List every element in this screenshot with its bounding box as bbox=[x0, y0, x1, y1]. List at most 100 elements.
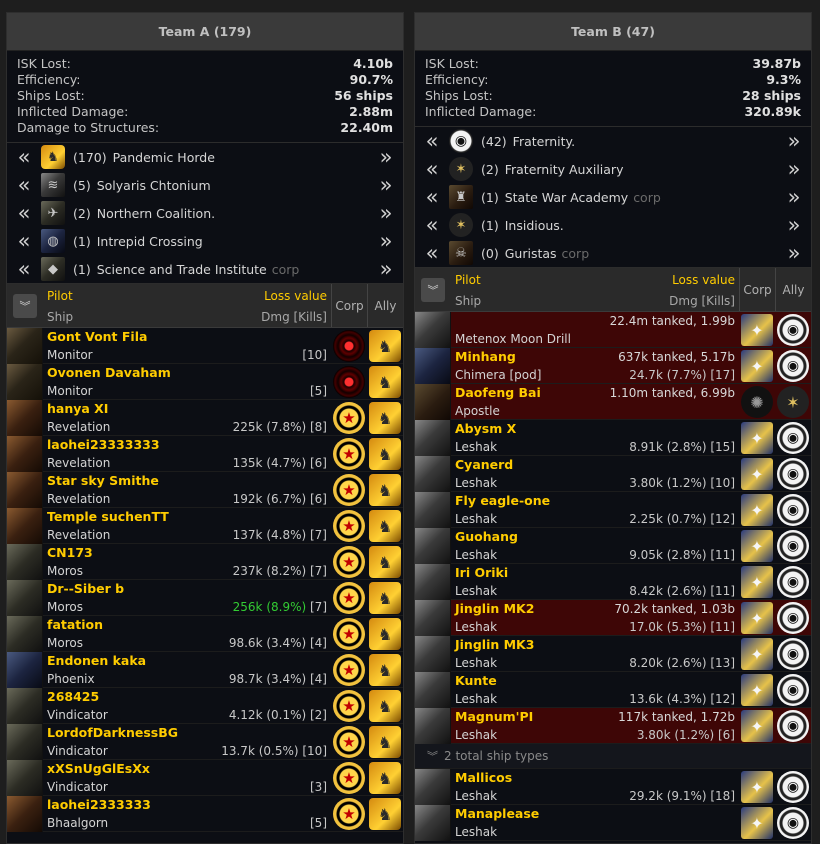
ally-cell[interactable]: ◉ bbox=[775, 312, 811, 348]
corp-cell[interactable]: ✦ bbox=[739, 805, 775, 841]
ship-image[interactable] bbox=[415, 564, 451, 600]
ship-name[interactable]: Leshak bbox=[455, 654, 497, 672]
corp-cell[interactable]: ✦ bbox=[739, 769, 775, 805]
corp-cell[interactable]: ★ bbox=[331, 652, 367, 688]
ship-image[interactable] bbox=[7, 508, 43, 544]
ship-name[interactable]: Leshak bbox=[455, 582, 497, 600]
ship-image[interactable] bbox=[415, 456, 451, 492]
ship-types-summary[interactable]: ︾ 2 total ship types bbox=[415, 744, 811, 769]
ally-cell[interactable]: ♞ bbox=[367, 796, 403, 832]
ally-cell[interactable]: ◉ bbox=[775, 805, 811, 841]
loss-value-column-header[interactable]: Loss value bbox=[264, 286, 327, 307]
collapse-toggle-button[interactable]: ︾ bbox=[415, 268, 451, 311]
group-label[interactable]: (1) State War Academy corp bbox=[481, 190, 783, 205]
pilot-row[interactable]: Endonen kaka Phoenix 98.7k (3.4%) [4] ★ ♞ bbox=[7, 652, 403, 688]
chevron-left-icon[interactable]: « bbox=[421, 131, 443, 152]
pilot-row[interactable]: Fly eagle-one Leshak 2.25k (0.7%) [12] ✦ ◉ bbox=[415, 492, 811, 528]
pilot-row[interactable]: Abysm X Leshak 8.91k (2.8%) [15] ✦ ◉ bbox=[415, 420, 811, 456]
dmg-kills-column-header[interactable]: Dmg [Kills] bbox=[261, 307, 327, 328]
corp-cell[interactable]: ★ bbox=[331, 580, 367, 616]
group-label[interactable]: (5) Solyaris Chtonium bbox=[73, 178, 375, 193]
chevron-right-icon[interactable]: » bbox=[375, 203, 397, 224]
pilot-name-link[interactable]: laohei23333333 bbox=[47, 436, 160, 454]
pilot-name-link[interactable]: hanya XI bbox=[47, 400, 108, 418]
corp-cell[interactable]: ✦ bbox=[739, 492, 775, 528]
ally-cell[interactable]: ♞ bbox=[367, 436, 403, 472]
ally-cell[interactable]: ◉ bbox=[775, 564, 811, 600]
pilot-row[interactable]: fatation Moros 98.6k (3.4%) [4] ★ ♞ bbox=[7, 616, 403, 652]
ship-name[interactable]: Metenox Moon Drill bbox=[455, 330, 571, 348]
ship-name[interactable]: Leshak bbox=[455, 438, 497, 456]
ally-cell[interactable]: ◉ bbox=[775, 348, 811, 384]
chevron-right-icon[interactable]: » bbox=[783, 159, 805, 180]
ally-cell[interactable]: ♞ bbox=[367, 616, 403, 652]
corp-cell[interactable]: ✦ bbox=[739, 672, 775, 708]
ally-cell[interactable]: ♞ bbox=[367, 544, 403, 580]
pilot-name-link[interactable]: Temple suchenTT bbox=[47, 508, 169, 526]
corp-cell[interactable]: ★ bbox=[331, 688, 367, 724]
corp-cell[interactable]: ★ bbox=[331, 400, 367, 436]
chevron-right-icon[interactable]: » bbox=[375, 147, 397, 168]
pilot-row[interactable]: Jinglin MK3 Leshak 8.20k (2.6%) [13] ✦ ◉ bbox=[415, 636, 811, 672]
corp-cell[interactable]: ★ bbox=[331, 508, 367, 544]
chevron-right-icon[interactable]: » bbox=[375, 231, 397, 252]
pilot-name-link[interactable]: Fly eagle-one bbox=[455, 492, 550, 510]
corp-cell[interactable] bbox=[331, 364, 367, 400]
pilot-row[interactable]: Minhang 637k tanked, 5.17b Chimera [pod] 24… bbox=[415, 348, 811, 384]
ship-name[interactable]: Vindicator bbox=[47, 778, 108, 796]
pilot-row[interactable]: 22.4m tanked, 1.99b Metenox Moon Drill ✦ ◉ bbox=[415, 312, 811, 348]
group-label[interactable]: (1) Science and Trade Institute corp bbox=[73, 262, 375, 277]
chevron-right-icon[interactable]: » bbox=[783, 215, 805, 236]
chevron-right-icon[interactable]: » bbox=[783, 243, 805, 264]
pilot-name-link[interactable]: CN173 bbox=[47, 544, 93, 562]
ally-cell[interactable]: ◉ bbox=[775, 636, 811, 672]
pilot-row[interactable]: Cyanerd Leshak 3.80k (1.2%) [10] ✦ ◉ bbox=[415, 456, 811, 492]
pilot-name-link[interactable]: Star sky Smithe bbox=[47, 472, 159, 490]
chevron-left-icon[interactable]: « bbox=[421, 215, 443, 236]
ship-image[interactable] bbox=[7, 796, 43, 832]
ship-name[interactable]: Revelation bbox=[47, 490, 110, 508]
dmg-kills-column-header[interactable]: Dmg [Kills] bbox=[669, 291, 735, 312]
pilot-name-link[interactable]: laohei2333333 bbox=[47, 796, 151, 814]
ship-column-header[interactable]: Ship bbox=[455, 291, 481, 312]
group-label[interactable]: (1) Intrepid Crossing bbox=[73, 234, 375, 249]
chevron-right-icon[interactable]: » bbox=[375, 175, 397, 196]
ship-name[interactable]: Leshak bbox=[455, 690, 497, 708]
ally-cell[interactable]: ◉ bbox=[775, 420, 811, 456]
ship-image[interactable] bbox=[7, 688, 43, 724]
ship-name[interactable]: Leshak bbox=[455, 787, 497, 805]
ally-cell[interactable]: ♞ bbox=[367, 652, 403, 688]
chevron-left-icon[interactable]: « bbox=[13, 259, 35, 280]
chevron-right-icon[interactable]: » bbox=[783, 131, 805, 152]
pilot-row[interactable]: hanya XI Revelation 225k (7.8%) [8] ★ ♞ bbox=[7, 400, 403, 436]
corp-cell[interactable]: ✦ bbox=[739, 420, 775, 456]
corp-cell[interactable]: ✺ bbox=[739, 384, 775, 420]
pilot-name-link[interactable]: Minhang bbox=[455, 348, 516, 366]
chevron-left-icon[interactable]: « bbox=[13, 203, 35, 224]
ally-cell[interactable]: ♞ bbox=[367, 580, 403, 616]
ship-name[interactable]: Moros bbox=[47, 598, 83, 616]
pilot-name-link[interactable]: Guohang bbox=[455, 528, 518, 546]
ship-image[interactable] bbox=[415, 528, 451, 564]
ship-image[interactable] bbox=[7, 328, 43, 364]
pilot-name-link[interactable]: Daofeng Bai bbox=[455, 384, 541, 402]
corp-cell[interactable]: ★ bbox=[331, 760, 367, 796]
pilot-row[interactable]: Mallicos Leshak 29.2k (9.1%) [18] ✦ ◉ bbox=[415, 769, 811, 805]
ship-name[interactable]: Leshak bbox=[455, 618, 497, 636]
pilot-name-link[interactable]: Jinglin MK2 bbox=[455, 600, 534, 618]
pilot-row[interactable]: Jinglin MK2 70.2k tanked, 1.03b Leshak 17.0… bbox=[415, 600, 811, 636]
pilot-row[interactable]: Dr--Siber b Moros 256k (8.9%) [7] ★ ♞ bbox=[7, 580, 403, 616]
corp-cell[interactable]: ✦ bbox=[739, 312, 775, 348]
group-label[interactable]: (0) Guristas corp bbox=[481, 246, 783, 261]
pilot-row[interactable]: laohei2333333 Bhaalgorn [5] ★ ♞ bbox=[7, 796, 403, 832]
ship-image[interactable] bbox=[415, 769, 451, 805]
ship-name[interactable]: Leshak bbox=[455, 546, 497, 564]
pilot-row[interactable]: xXSnUgGlEsXx Vindicator [3] ★ ♞ bbox=[7, 760, 403, 796]
ship-name[interactable]: Revelation bbox=[47, 454, 110, 472]
ship-name[interactable]: Leshak bbox=[455, 823, 497, 841]
pilot-row[interactable]: Iri Oriki Leshak 8.42k (2.6%) [11] ✦ ◉ bbox=[415, 564, 811, 600]
pilot-name-link[interactable]: Cyanerd bbox=[455, 456, 513, 474]
chevron-right-icon[interactable]: » bbox=[783, 187, 805, 208]
corp-cell[interactable]: ✦ bbox=[739, 456, 775, 492]
ship-image[interactable] bbox=[415, 348, 451, 384]
